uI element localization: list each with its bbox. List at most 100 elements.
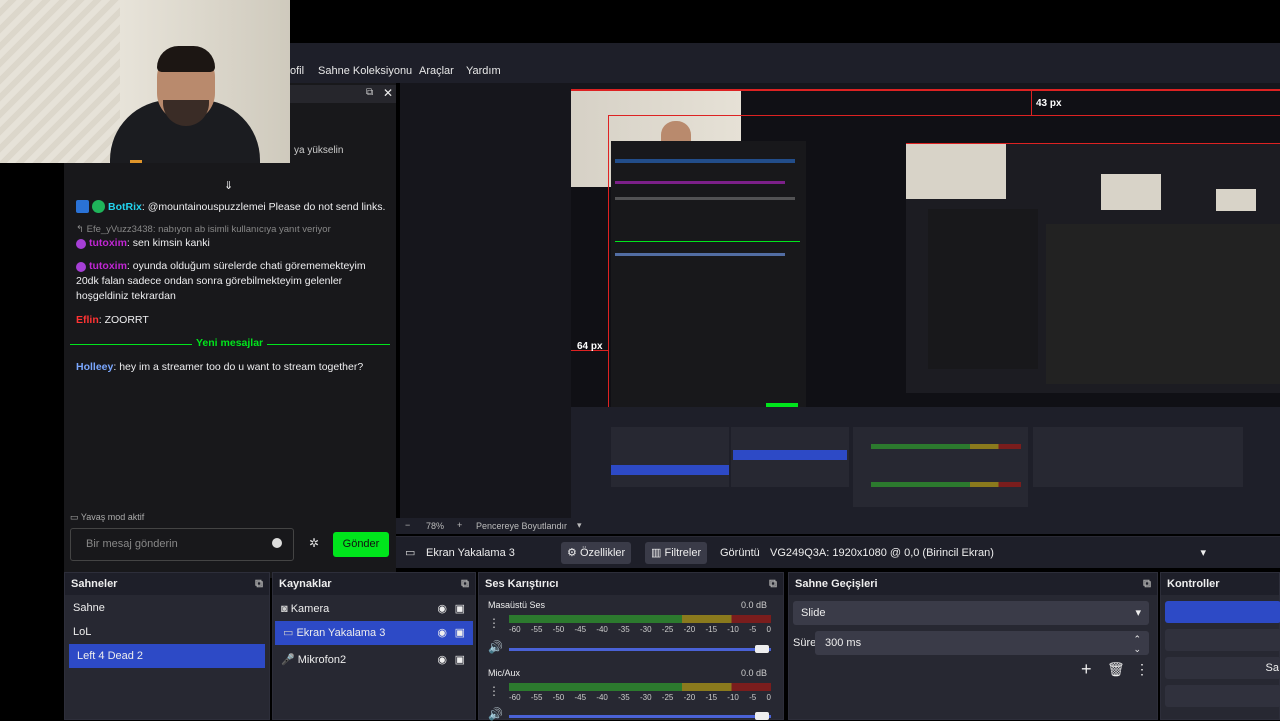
duration-spinbox[interactable]: 300 ms ⌃ ⌄ bbox=[815, 631, 1149, 655]
dock-float-icon[interactable]: ⧉ bbox=[255, 573, 263, 595]
speaker-icon[interactable]: 🔊 bbox=[488, 640, 503, 654]
popout-icon[interactable]: ⧉ bbox=[366, 87, 373, 98]
control-button-partial[interactable]: Sa bbox=[1165, 657, 1280, 679]
volume-slider-knob[interactable] bbox=[755, 712, 769, 720]
chat-input[interactable]: Bir mesaj gönderin bbox=[70, 528, 294, 561]
slow-mode-indicator: ▭ Yavaş mod aktif bbox=[70, 512, 144, 523]
eye-icon[interactable]: ◉ bbox=[437, 648, 447, 672]
scene-item-selected[interactable]: Left 4 Dead 2 bbox=[69, 644, 265, 668]
dock-float-icon[interactable]: ⧉ bbox=[461, 573, 469, 595]
start-streaming-button[interactable] bbox=[1165, 601, 1280, 623]
volume-slider[interactable] bbox=[509, 648, 771, 651]
channel-db: 0.0 dB bbox=[740, 668, 767, 678]
settings-gear-icon[interactable]: ✲ bbox=[309, 536, 319, 550]
scenes-title-text: Sahneler bbox=[71, 578, 118, 590]
display-label: Görüntü bbox=[720, 547, 760, 559]
reply-context-text: nabıyon ab isimli kullanıcıya yanıt veri… bbox=[158, 224, 331, 235]
chat-message-text: sen kimsin kanki bbox=[132, 237, 210, 249]
chat-username[interactable]: tutoxim bbox=[89, 237, 127, 249]
lock-icon[interactable]: ▣ bbox=[455, 597, 465, 621]
menu-item-profile[interactable]: ofil bbox=[290, 65, 304, 77]
trash-icon[interactable]: 🗑 bbox=[1107, 661, 1125, 678]
transitions-title: Sahne Geçişleri ⧉ bbox=[789, 573, 1157, 595]
control-button[interactable] bbox=[1165, 629, 1280, 651]
display-select[interactable]: VG249Q3A: 1920x1080 @ 0,0 (Birincil Ekra… bbox=[766, 542, 1214, 564]
current-source-name: Ekran Yakalama 3 bbox=[426, 547, 515, 559]
dock-float-icon[interactable]: ⧉ bbox=[1143, 573, 1151, 595]
channel-name: Mic/Aux bbox=[488, 668, 521, 678]
duration-value: 300 ms bbox=[825, 637, 862, 649]
mic-badge-icon bbox=[76, 262, 86, 272]
chat-username[interactable]: Holleey bbox=[76, 361, 113, 373]
chevron-down-icon[interactable]: ▾ bbox=[577, 520, 582, 531]
control-button[interactable] bbox=[1165, 685, 1280, 707]
properties-label: Özellikler bbox=[579, 547, 626, 559]
close-icon[interactable]: ✕ bbox=[383, 86, 393, 100]
meter-ticks: -60 -55 -50 -45 -40 -35 -30 -25 -20 -15 -10 -5 0 bbox=[509, 693, 771, 702]
nested-docks bbox=[571, 407, 1280, 518]
scene-item[interactable]: LoL bbox=[65, 620, 269, 644]
mixer-title-text: Ses Karıştırıcı bbox=[485, 578, 559, 590]
channel-db: 0.0 dB bbox=[740, 600, 767, 610]
preview-canvas[interactable]: 43 px 64 px bbox=[571, 89, 1280, 518]
chat-input-placeholder: Bir mesaj gönderin bbox=[86, 538, 178, 550]
chevron-down-icon: ▾ bbox=[1135, 607, 1141, 619]
filter-icon: ▥ bbox=[651, 547, 662, 559]
source-toolbar: ▭ Ekran Yakalama 3 ⚙ Özellikler ▥ Filtre… bbox=[396, 536, 1280, 568]
source-item-label: Mikrofon2 bbox=[297, 654, 347, 666]
controls-title: Kontroller bbox=[1161, 573, 1279, 595]
chat-username[interactable]: tutoxim bbox=[89, 260, 127, 272]
chat-username[interactable]: BotRix bbox=[108, 201, 142, 213]
menu-item-tools[interactable]: Araçlar bbox=[419, 65, 454, 77]
channel-name: Masaüstü Ses bbox=[488, 600, 546, 610]
reply-icon: ↰ bbox=[76, 224, 84, 235]
mixer-title: Ses Karıştırıcı ⧉ bbox=[479, 573, 783, 595]
slow-mode-label: Yavaş mod aktif bbox=[80, 512, 145, 522]
eye-icon[interactable]: ◉ bbox=[437, 597, 447, 621]
menu-dots-icon[interactable]: ⋮ bbox=[488, 684, 500, 698]
chat-header-bar: ⧉ ✕ bbox=[290, 85, 396, 103]
offset-label-left: 64 px bbox=[577, 341, 603, 352]
chat-message-text: hey im a streamer too do u want to strea… bbox=[119, 361, 364, 373]
properties-button[interactable]: ⚙ Özellikler bbox=[561, 542, 632, 564]
scroll-down-icon[interactable]: ⇓ bbox=[224, 179, 234, 192]
volume-meter bbox=[509, 615, 771, 623]
dock-float-icon[interactable]: ⧉ bbox=[769, 573, 777, 595]
add-transition-button[interactable]: + bbox=[1081, 659, 1092, 680]
chat-message-text: @mountainouspuzzlemei Please do not send… bbox=[147, 201, 386, 213]
sources-title: Kaynaklar ⧉ bbox=[273, 573, 475, 595]
nested-preview bbox=[906, 143, 1280, 393]
send-button[interactable]: Gönder bbox=[333, 532, 389, 557]
menu-dots-icon[interactable]: ⋮ bbox=[488, 616, 500, 630]
zoom-in-button[interactable]: + bbox=[457, 520, 462, 530]
source-item[interactable]: ◙ Kamera ◉ ▣ bbox=[273, 597, 475, 621]
filters-button[interactable]: ▥ Filtreler bbox=[645, 542, 708, 564]
new-messages-label: Yeni mesajlar bbox=[192, 337, 268, 349]
menu-item-scene-collection[interactable]: Sahne Koleksiyonu bbox=[318, 65, 412, 77]
emote-icon[interactable] bbox=[272, 538, 282, 548]
fit-to-window-label[interactable]: Pencereye Boyutlandır bbox=[476, 521, 567, 531]
slow-mode-icon: ▭ bbox=[70, 512, 79, 522]
scene-item[interactable]: Sahne bbox=[65, 596, 269, 620]
speaker-icon[interactable]: 🔊 bbox=[488, 707, 503, 721]
volume-slider-knob[interactable] bbox=[755, 645, 769, 653]
menu-item-help[interactable]: Yardım bbox=[466, 65, 501, 77]
menu-dots-icon[interactable]: ⋮ bbox=[1135, 661, 1149, 678]
volume-slider[interactable] bbox=[509, 715, 771, 718]
chat-header-fragment: ya yükselin bbox=[294, 145, 344, 156]
lock-icon[interactable]: ▣ bbox=[455, 648, 465, 672]
chat-message-text: ZOORRT bbox=[104, 314, 149, 326]
chat-username[interactable]: Efe_yVuzz3438 bbox=[87, 224, 153, 235]
transition-type-select[interactable]: Slide ▾ bbox=[793, 601, 1149, 625]
monitor-icon: ▭ bbox=[283, 627, 294, 639]
source-item[interactable]: 🎤 Mikrofon2 ◉ ▣ bbox=[273, 648, 475, 672]
source-item-selected[interactable]: ▭ Ekran Yakalama 3 ◉ ▣ bbox=[275, 621, 473, 645]
spin-down-icon[interactable]: ⌄ bbox=[1133, 637, 1141, 661]
webcam-overlay bbox=[0, 0, 290, 163]
mic-badge-icon bbox=[76, 239, 86, 249]
gear-icon: ⚙ bbox=[567, 547, 577, 559]
zoom-out-button[interactable]: − bbox=[405, 520, 410, 530]
eye-icon[interactable]: ◉ bbox=[437, 621, 447, 645]
chat-username[interactable]: Eflin bbox=[76, 314, 99, 326]
lock-icon[interactable]: ▣ bbox=[455, 621, 465, 645]
